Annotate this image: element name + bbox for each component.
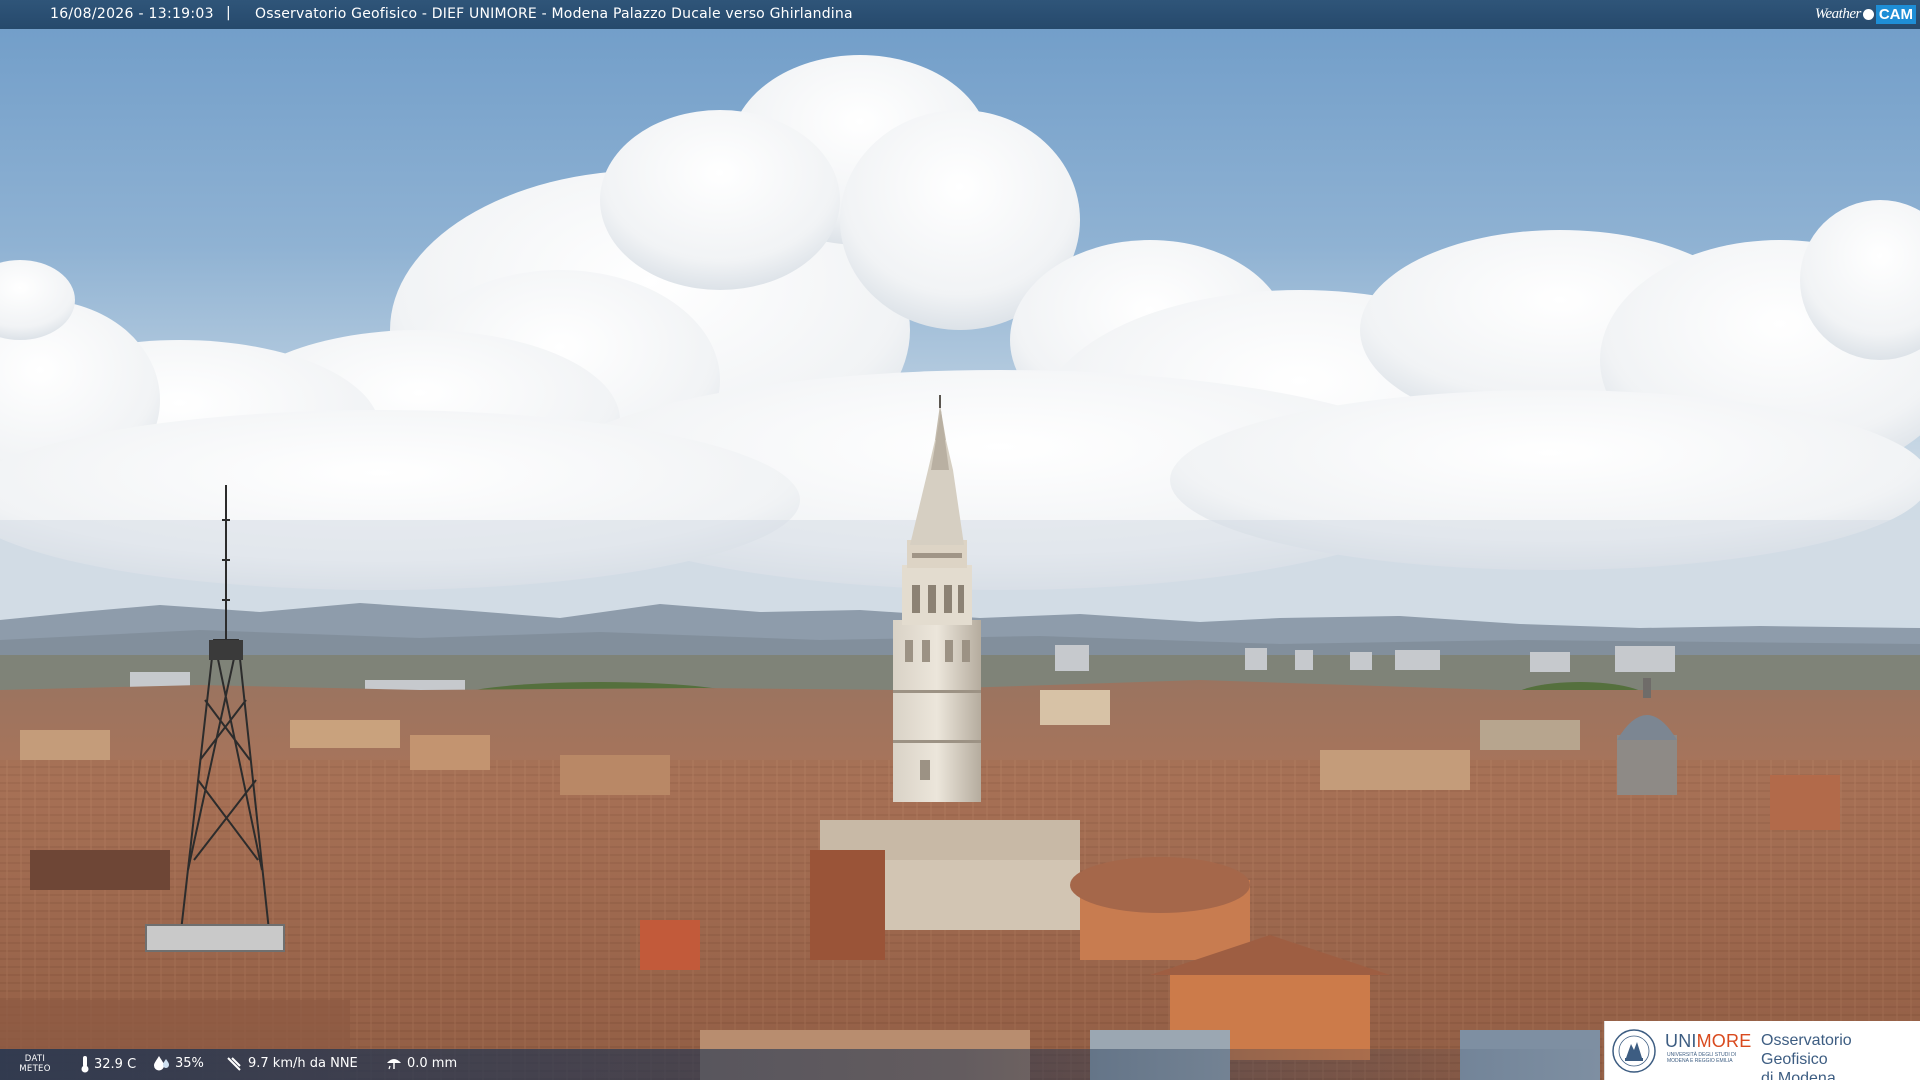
header-separator: | xyxy=(226,5,231,21)
humidity-value: 35% xyxy=(175,1055,204,1071)
unimore-wordmark-a: UNI xyxy=(1665,1031,1697,1051)
rain-gauge-icon xyxy=(387,1059,401,1070)
wind-value: 9.7 km/h da NNE xyxy=(248,1055,358,1071)
weathercam-logo-weather: Weather xyxy=(1814,6,1861,22)
rain-value: 0.0 mm xyxy=(407,1055,458,1071)
unimore-wordmark: UNIMORE xyxy=(1665,1031,1751,1052)
unimore-emblem-icon xyxy=(1612,1029,1656,1073)
webcam-image xyxy=(0,0,1920,1080)
humidity-drop-icon xyxy=(154,1056,169,1071)
rain-reading: 0.0 mm xyxy=(385,1055,457,1071)
weathercam-logo[interactable]: Weather CAM xyxy=(1815,3,1916,26)
temperature-value: 32.9 C xyxy=(94,1056,137,1072)
unimore-wordmark-b: MORE xyxy=(1696,1031,1752,1051)
camera-title: Osservatorio Geofisico - DIEF UNIMORE - … xyxy=(255,6,853,22)
humidity-reading: 35% xyxy=(153,1055,204,1071)
camera-header-bar: 16/08/2026 - 13:19:03 | Osservatorio Geo… xyxy=(0,0,1920,29)
thermometer-icon xyxy=(81,1056,89,1073)
wind-icon xyxy=(227,1057,241,1071)
temperature-reading: 32.9 C xyxy=(80,1055,136,1073)
weather-data-label: DATI METEO xyxy=(19,1054,51,1074)
observatory-name: Osservatorio Geofisico di Modena xyxy=(1761,1031,1920,1080)
unimore-subtitle: UNIVERSITÀ DEGLI STUDI DI MODENA E REGGI… xyxy=(1667,1052,1737,1064)
weathercam-logo-dot xyxy=(1862,9,1874,20)
observatory-name-line1: Osservatorio Geofisico xyxy=(1761,1032,1852,1068)
unimore-logo-panel[interactable]: UNIMORE UNIVERSITÀ DEGLI STUDI DI MODENA… xyxy=(1604,1021,1920,1080)
wind-reading: 9.7 km/h da NNE xyxy=(226,1055,358,1071)
weathercam-logo-cam: CAM xyxy=(1875,5,1916,24)
weather-data-bar: DATI METEO 32.9 C 35% 9.7 km/h da NNE 0.… xyxy=(0,1049,1600,1080)
timestamp: 16/08/2026 - 13:19:03 xyxy=(50,6,214,22)
observatory-name-line2: di Modena xyxy=(1761,1070,1836,1080)
